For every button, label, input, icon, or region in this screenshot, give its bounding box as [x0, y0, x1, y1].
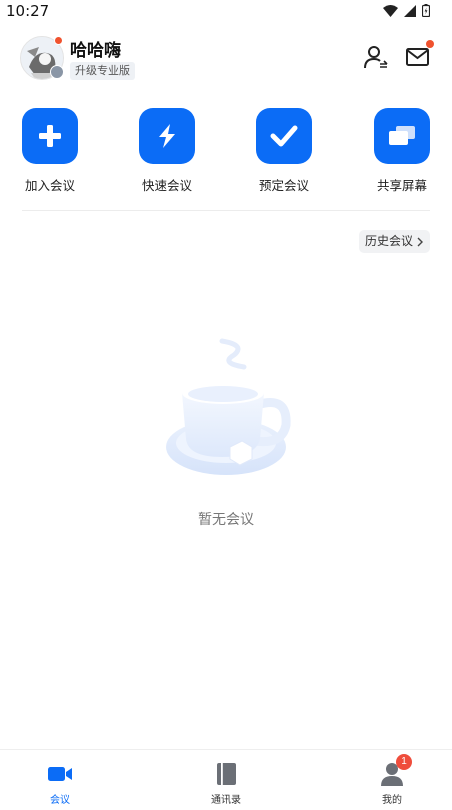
signal-icon	[404, 4, 416, 17]
status-icons	[383, 4, 430, 17]
tab-me[interactable]: 1 我的	[342, 750, 442, 810]
bottom-nav: 会议 通讯录 1 我的	[0, 749, 452, 810]
video-icon	[48, 767, 72, 781]
empty-state-text: 暂无会议	[198, 512, 254, 528]
quick-meeting-button[interactable]: 快速会议	[127, 108, 207, 194]
battery-icon	[422, 4, 430, 17]
share-screen-button[interactable]: 共享屏幕	[362, 108, 442, 194]
mail-icon[interactable]	[405, 44, 431, 70]
schedule-meeting-button[interactable]: 预定会议	[244, 108, 324, 194]
header: 哈哈嗨 升级专业版	[0, 30, 452, 90]
action-tile	[374, 108, 430, 164]
notification-badge: 1	[396, 754, 412, 770]
status-time: 10:27	[6, 2, 50, 20]
action-label: 快速会议	[141, 178, 192, 193]
screen-share-icon	[389, 126, 415, 145]
status-bar: 10:27	[0, 0, 452, 24]
contact-switch-icon[interactable]	[363, 44, 389, 70]
divider	[22, 210, 430, 211]
history-meetings-button[interactable]: 历史会议	[359, 230, 431, 253]
nav-label: 会议	[50, 795, 70, 806]
action-tile	[256, 108, 312, 164]
nav-label: 我的	[382, 795, 402, 806]
upgrade-pro-button[interactable]: 升级专业版	[70, 62, 135, 80]
history-label: 历史会议	[365, 234, 414, 248]
check-icon	[270, 125, 298, 147]
username: 哈哈嗨	[70, 41, 121, 61]
coffee-cup-icon	[166, 338, 291, 475]
action-tile	[139, 108, 195, 164]
book-icon	[217, 763, 236, 785]
action-tile	[22, 108, 78, 164]
mail-notification-dot	[426, 40, 434, 48]
action-label: 加入会议	[24, 178, 75, 193]
action-label: 共享屏幕	[376, 178, 427, 193]
tab-contacts[interactable]: 通讯录	[176, 750, 276, 810]
account-badge-icon	[50, 65, 64, 79]
plus-icon	[39, 125, 61, 147]
quick-actions: 加入会议 快速会议 预定会议 共享屏幕	[0, 108, 452, 194]
tab-meetings[interactable]: 会议	[10, 750, 110, 810]
action-label: 预定会议	[258, 178, 309, 193]
join-meeting-button[interactable]: 加入会议	[10, 108, 90, 194]
avatar-notification-dot	[54, 36, 63, 45]
nav-label: 通讯录	[211, 795, 241, 806]
lightning-icon	[159, 124, 175, 148]
chevron-right-icon	[417, 237, 424, 246]
wifi-icon	[383, 4, 398, 17]
